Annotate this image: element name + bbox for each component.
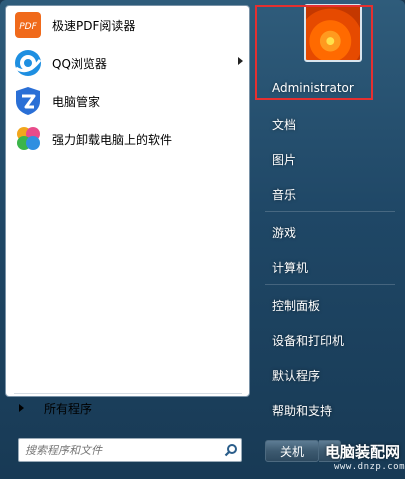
- all-programs-label: 所有程序: [44, 401, 93, 416]
- right-link-control-panel[interactable]: 控制面板: [272, 297, 320, 314]
- program-item-pc-manager[interactable]: 电脑管家: [8, 84, 247, 118]
- shutdown-button[interactable]: 关机: [265, 440, 319, 462]
- expand-arrow-icon: [19, 404, 24, 412]
- pc-manager-icon: [12, 85, 44, 117]
- right-link-documents[interactable]: 文档: [272, 116, 296, 133]
- program-item-qq-browser[interactable]: QQ浏览器: [8, 46, 247, 80]
- right-link-devices-printers[interactable]: 设备和打印机: [272, 332, 344, 349]
- divider: [14, 393, 242, 394]
- program-label: 极速PDF阅读器: [52, 18, 136, 33]
- programs-pane: PDF 极速PDF阅读器 QQ浏览器 电脑管家 强力卸载电脑上的软件: [5, 5, 250, 397]
- pdf-reader-icon: PDF: [12, 9, 44, 41]
- search-box[interactable]: [18, 438, 242, 462]
- program-item-uninstaller[interactable]: 强力卸载电脑上的软件: [8, 122, 247, 156]
- program-label: QQ浏览器: [52, 56, 107, 71]
- user-name[interactable]: Administrator: [272, 81, 354, 95]
- program-label: 电脑管家: [52, 94, 101, 109]
- svg-text:PDF: PDF: [19, 22, 37, 32]
- submenu-arrow-icon[interactable]: [238, 57, 243, 65]
- qq-browser-icon: [12, 47, 44, 79]
- divider: [265, 284, 395, 285]
- all-programs-button[interactable]: 所有程序: [7, 395, 247, 421]
- divider: [265, 211, 395, 212]
- search-icon[interactable]: [221, 440, 241, 460]
- search-input[interactable]: [19, 439, 221, 461]
- uninstaller-icon: [12, 123, 44, 155]
- watermark-url: www.dnzp.com: [334, 462, 405, 472]
- right-link-computer[interactable]: 计算机: [272, 259, 308, 276]
- shutdown-label: 关机: [279, 444, 304, 459]
- right-link-pictures[interactable]: 图片: [272, 151, 296, 168]
- start-menu: PDF 极速PDF阅读器 QQ浏览器 电脑管家 强力卸载电脑上的软件 所有程序 …: [0, 0, 405, 479]
- right-link-default-programs[interactable]: 默认程序: [272, 367, 320, 384]
- right-link-games[interactable]: 游戏: [272, 224, 296, 241]
- right-link-music[interactable]: 音乐: [272, 186, 296, 203]
- program-item-pdf-reader[interactable]: PDF 极速PDF阅读器: [8, 8, 247, 42]
- watermark-text: 电脑装配网: [325, 443, 401, 461]
- right-link-help-support[interactable]: 帮助和支持: [272, 402, 332, 419]
- program-label: 强力卸载电脑上的软件: [52, 132, 173, 147]
